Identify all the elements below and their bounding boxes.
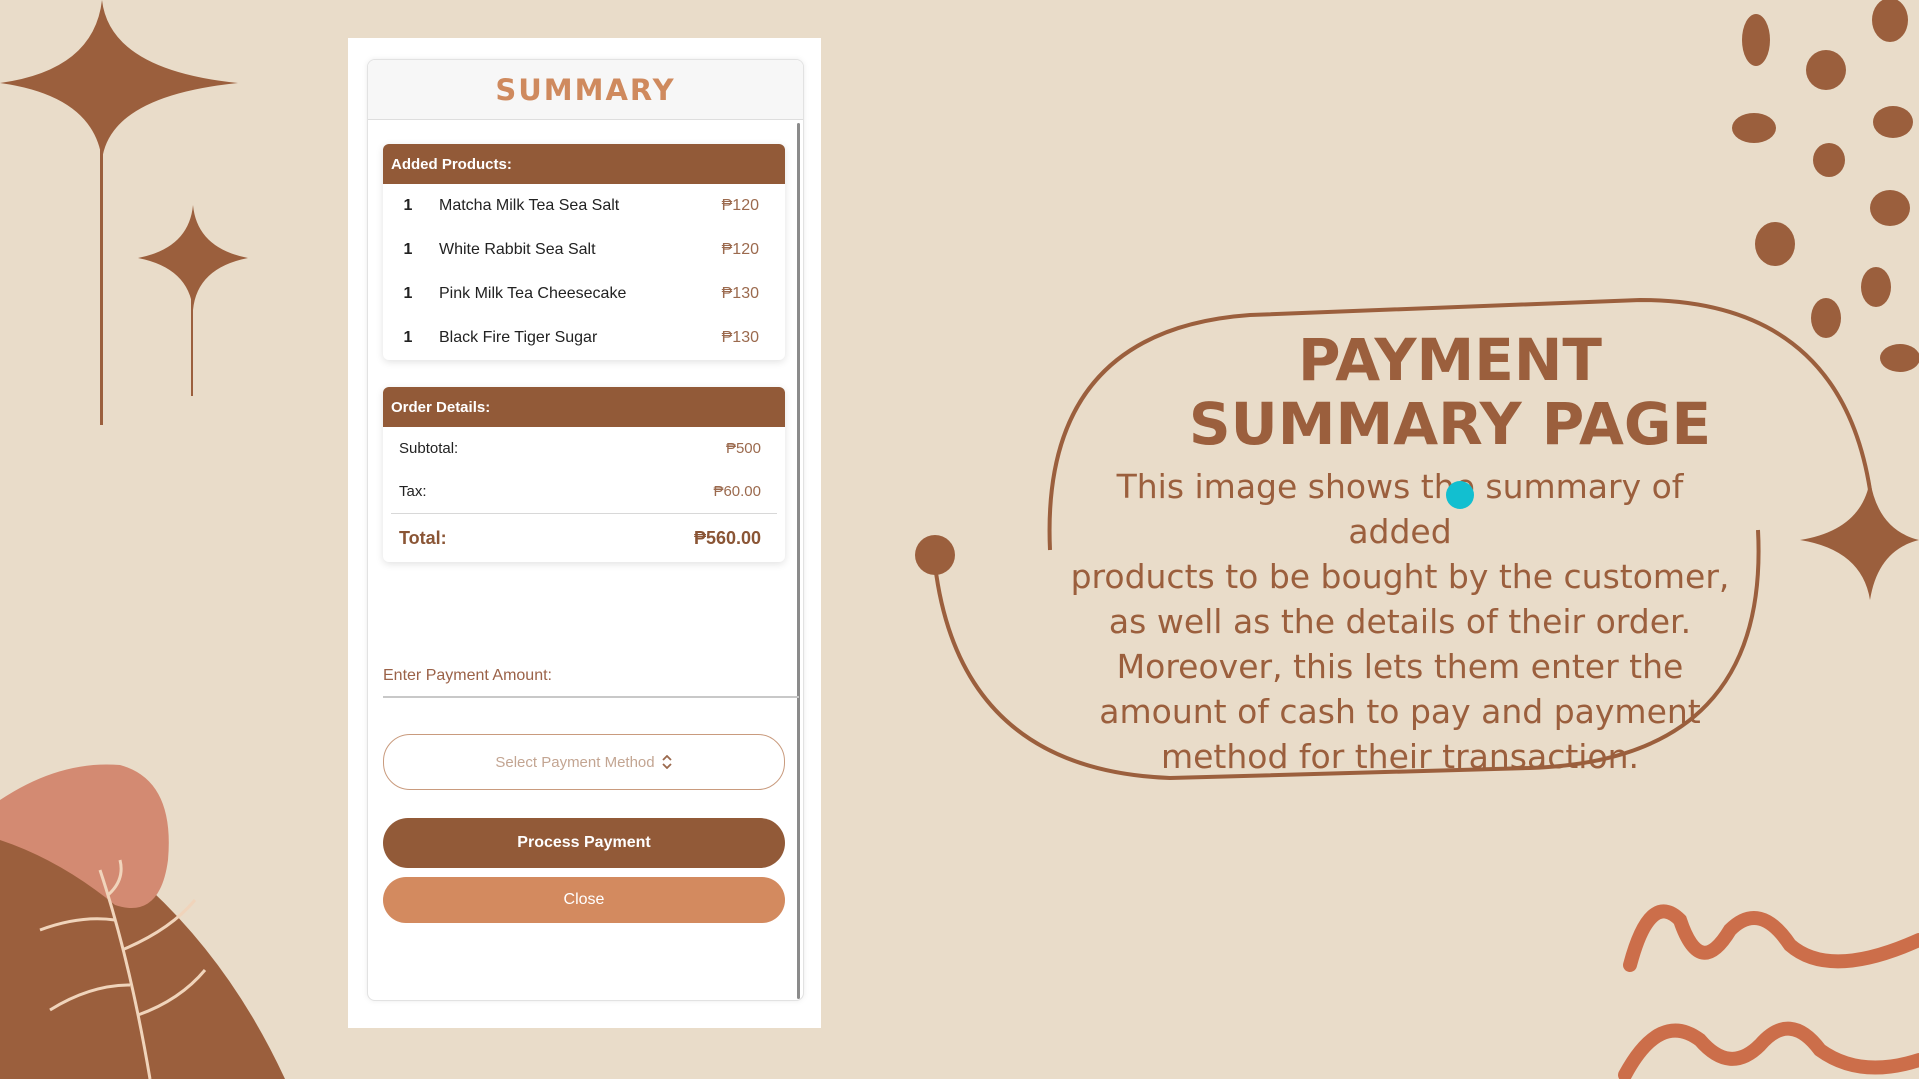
description-line: amount of cash to pay and payment bbox=[1099, 692, 1701, 731]
product-row: 1 Pink Milk Tea Cheesecake ₱130 bbox=[383, 272, 785, 316]
sparkle-large-icon bbox=[0, 0, 238, 160]
description-line: Moreover, this lets them enter the bbox=[1116, 647, 1684, 686]
modal-header: SUMMARY bbox=[368, 60, 803, 120]
total-label: Total: bbox=[399, 527, 447, 548]
product-row: 1 White Rabbit Sea Salt ₱120 bbox=[383, 228, 785, 272]
title-line: PAYMENT bbox=[1298, 326, 1602, 394]
tax-value: ₱60.00 bbox=[713, 483, 761, 500]
tax-row: Tax: ₱60.00 bbox=[383, 470, 785, 513]
sparkle-large-stem bbox=[100, 150, 103, 425]
added-products-card: Added Products: 1 Matcha Milk Tea Sea Sa… bbox=[383, 144, 785, 360]
title-line: SUMMARY PAGE bbox=[1188, 390, 1712, 458]
product-price: ₱130 bbox=[721, 285, 759, 302]
description-line: method for their transaction. bbox=[1160, 737, 1640, 776]
product-qty: 1 bbox=[403, 285, 413, 302]
bubble-dot bbox=[915, 535, 955, 575]
added-products-header: Added Products: bbox=[383, 144, 785, 184]
process-payment-button[interactable]: Process Payment bbox=[383, 818, 785, 868]
app-screenshot-panel: SUMMARY Added Products: 1 Matcha Milk Te… bbox=[348, 38, 821, 1028]
product-name: White Rabbit Sea Salt bbox=[439, 241, 596, 258]
summary-modal: SUMMARY Added Products: 1 Matcha Milk Te… bbox=[367, 59, 804, 1001]
description: This image shows the summary of added pr… bbox=[1060, 464, 1740, 779]
modal-title: SUMMARY bbox=[495, 72, 676, 107]
total-value: ₱560.00 bbox=[693, 527, 761, 548]
product-row: 1 Black Fire Tiger Sugar ₱130 bbox=[383, 316, 785, 360]
order-details-header: Order Details: bbox=[383, 387, 785, 427]
chevron-updown-icon bbox=[661, 755, 672, 769]
product-qty: 1 bbox=[403, 241, 413, 258]
squiggle-bottom bbox=[1618, 1021, 1919, 1079]
subtotal-value: ₱500 bbox=[725, 440, 761, 457]
product-qty: 1 bbox=[403, 197, 413, 214]
product-name: Black Fire Tiger Sugar bbox=[439, 329, 598, 346]
payment-method-select[interactable]: Select Payment Method bbox=[383, 734, 785, 790]
product-qty: 1 bbox=[403, 329, 413, 346]
subtotal-row: Subtotal: ₱500 bbox=[383, 427, 785, 470]
dots-pattern bbox=[1732, 0, 1919, 372]
product-price: ₱120 bbox=[721, 241, 759, 258]
product-price: ₱120 bbox=[721, 197, 759, 214]
product-name: Matcha Milk Tea Sea Salt bbox=[439, 197, 620, 214]
tax-label: Tax: bbox=[399, 483, 427, 500]
cursor-indicator bbox=[1446, 481, 1474, 509]
payment-amount-input[interactable]: Enter Payment Amount: bbox=[383, 667, 552, 685]
scrollbar[interactable] bbox=[797, 123, 800, 999]
description-line: as well as the details of their order. bbox=[1108, 602, 1692, 641]
subtotal-label: Subtotal: bbox=[399, 440, 459, 457]
page-title: PAYMENT SUMMARY PAGE bbox=[1090, 328, 1810, 456]
product-price: ₱130 bbox=[721, 329, 759, 346]
payment-amount-underline bbox=[383, 696, 799, 698]
description-line: This image shows the summary of added bbox=[1116, 467, 1684, 551]
total-row: Total: ₱560.00 bbox=[391, 513, 777, 562]
close-button[interactable]: Close bbox=[383, 877, 785, 923]
product-row: 1 Matcha Milk Tea Sea Salt ₱120 bbox=[383, 184, 785, 228]
description-line: products to be bought by the customer, bbox=[1070, 557, 1730, 596]
sparkle-right-icon bbox=[1800, 480, 1919, 600]
order-details-card: Order Details: Subtotal: ₱500 Tax: ₱60.0… bbox=[383, 387, 785, 562]
squiggle-top bbox=[1623, 904, 1919, 972]
sparkle-small-stem bbox=[191, 290, 193, 396]
product-name: Pink Milk Tea Cheesecake bbox=[439, 285, 627, 302]
payment-method-label: Select Payment Method bbox=[495, 753, 655, 771]
